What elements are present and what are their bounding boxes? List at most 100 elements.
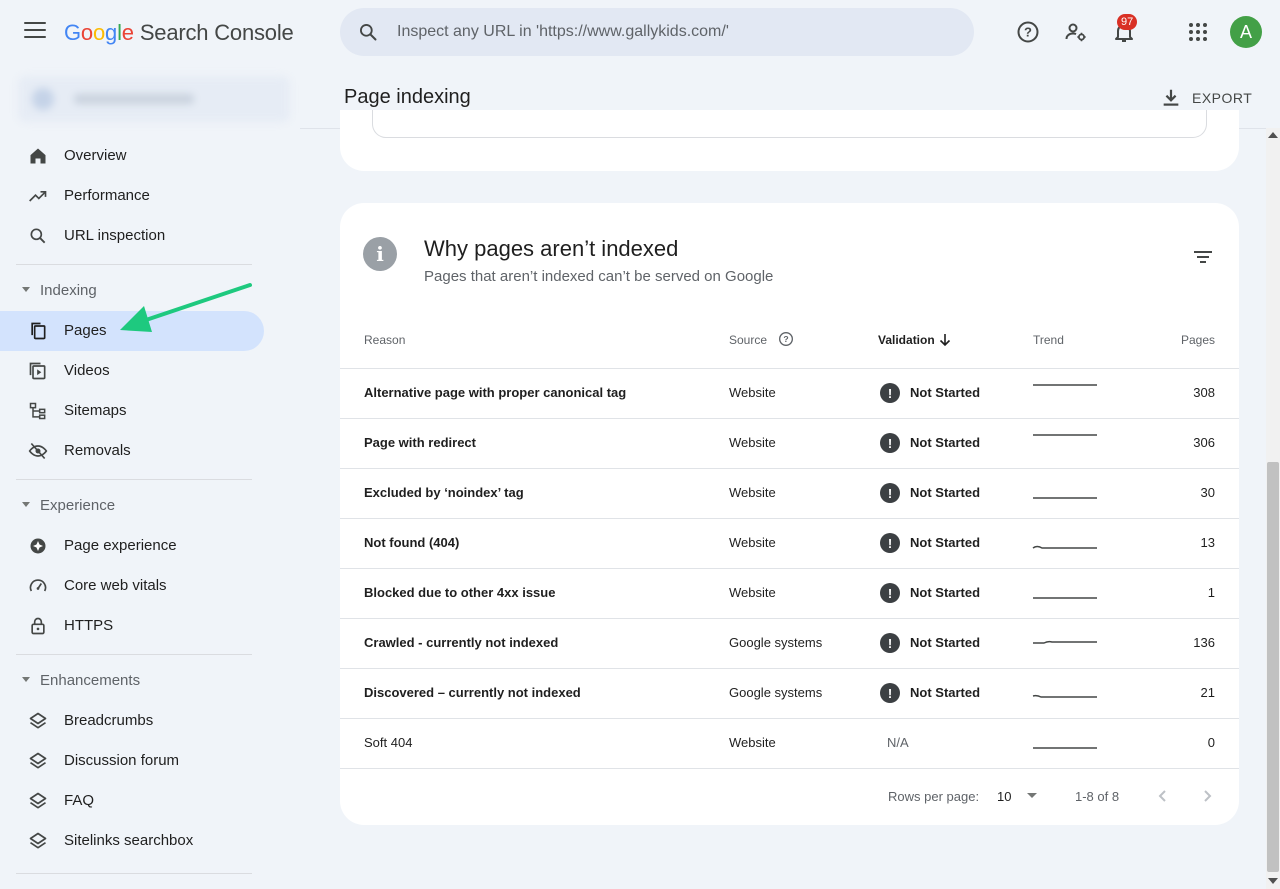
lock-icon — [31, 617, 45, 635]
sidebar: Overview Performance URL inspection Inde… — [0, 64, 300, 889]
not-indexed-card: i Why pages aren’t indexed Pages that ar… — [340, 203, 1239, 825]
sidebar-item-overview[interactable]: Overview — [0, 136, 264, 176]
section-enhancements[interactable]: Enhancements — [0, 666, 280, 696]
filter-icon[interactable] — [1192, 248, 1214, 266]
table-row[interactable]: Alternative page with proper canonical t… — [340, 368, 1239, 418]
alert-icon: ! — [880, 633, 900, 653]
sidebar-item-sitemaps[interactable]: Sitemaps — [0, 391, 264, 431]
table-bottom-divider — [340, 768, 1239, 769]
sidebar-item-https[interactable]: HTTPS — [0, 606, 264, 646]
sidebar-item-videos[interactable]: Videos — [0, 351, 264, 391]
collapse-icon — [22, 287, 30, 292]
sitemap-icon — [29, 402, 46, 420]
table-row[interactable]: Discovered – currently not indexed Googl… — [340, 668, 1239, 718]
svg-text:?: ? — [1024, 25, 1032, 40]
account-avatar[interactable]: A — [1230, 16, 1262, 48]
trend-sparkline — [1033, 747, 1097, 749]
layers-icon — [29, 832, 47, 849]
trend-sparkline — [1032, 545, 1097, 549]
removals-icon — [28, 442, 48, 460]
layers-icon — [29, 792, 47, 809]
help-icon[interactable]: ? — [1016, 20, 1040, 44]
sidebar-item-core-web-vitals[interactable]: Core web vitals — [0, 566, 264, 606]
property-selector[interactable] — [18, 76, 290, 122]
chart-container — [372, 110, 1207, 138]
video-icon — [29, 362, 46, 380]
table-row[interactable]: Not found (404) Website ! Not Started 13 — [340, 518, 1239, 568]
scrollbar-thumb[interactable] — [1267, 462, 1279, 872]
sidebar-item-breadcrumbs[interactable]: Breadcrumbs — [0, 701, 264, 741]
sidebar-item-discussion-forum[interactable]: Discussion forum — [0, 741, 264, 781]
alert-icon: ! — [880, 383, 900, 403]
table-row[interactable]: Excluded by ‘noindex’ tag Website ! Not … — [340, 468, 1239, 518]
user-settings-icon[interactable] — [1064, 20, 1088, 44]
section-experience[interactable]: Experience — [0, 491, 280, 521]
table-row[interactable]: Soft 404 Website N/A 0 — [340, 718, 1239, 768]
search-icon — [30, 228, 46, 244]
main-menu-icon[interactable] — [24, 22, 46, 40]
table-row[interactable]: Blocked due to other 4xx issue Website !… — [340, 568, 1239, 618]
alert-icon: ! — [880, 433, 900, 453]
notification-badge: 97 — [1117, 14, 1138, 30]
annotation-arrow — [120, 283, 252, 332]
gauge-icon — [29, 579, 47, 592]
sidebar-item-performance[interactable]: Performance — [0, 176, 264, 216]
alert-icon: ! — [880, 683, 900, 703]
sidebar-divider — [16, 479, 252, 480]
column-header-trend: Trend — [1033, 333, 1064, 347]
svg-text:?: ? — [783, 334, 788, 344]
sidebar-divider — [16, 264, 252, 265]
card-title: Why pages aren’t indexed — [424, 236, 679, 261]
apps-grid-icon[interactable] — [1186, 20, 1210, 44]
collapse-icon — [22, 677, 30, 682]
alert-icon: ! — [880, 483, 900, 503]
page-title: Page indexing — [344, 86, 471, 108]
sort-arrow-down-icon[interactable] — [939, 333, 951, 347]
search-icon — [360, 24, 377, 41]
table-row[interactable]: Page with redirect Website ! Not Started… — [340, 418, 1239, 468]
export-button[interactable]: EXPORT — [1160, 84, 1252, 112]
alert-icon: ! — [880, 533, 900, 553]
next-page-icon[interactable] — [1199, 788, 1215, 804]
sidebar-item-sitelinks-searchbox[interactable]: Sitelinks searchbox — [0, 821, 264, 861]
trend-sparkline — [1033, 497, 1097, 499]
layers-icon — [29, 712, 47, 729]
app-name: Search Console — [139, 20, 294, 45]
info-icon: i — [363, 237, 397, 271]
chart-card — [340, 110, 1239, 171]
sidebar-item-url-inspection[interactable]: URL inspection — [0, 216, 264, 256]
table-row[interactable]: Crawled - currently not indexed Google s… — [340, 618, 1239, 668]
scroll-down-icon[interactable] — [1268, 878, 1278, 884]
top-bar: Google Search Console Inspect any URL in … — [0, 0, 1280, 64]
scroll-up-icon[interactable] — [1268, 132, 1278, 138]
help-icon[interactable]: ? — [778, 331, 794, 347]
column-header-validation[interactable]: Validation — [878, 333, 935, 347]
rows-per-page-select[interactable]: 10 — [997, 789, 1011, 804]
url-inspection-search[interactable]: Inspect any URL in 'https://www.gallykid… — [340, 8, 974, 56]
rows-per-page-label: Rows per page: — [888, 789, 980, 804]
previous-page-icon[interactable] — [1155, 788, 1171, 804]
search-placeholder: Inspect any URL in 'https://www.gallykid… — [397, 23, 729, 40]
sidebar-divider — [16, 873, 252, 874]
download-icon — [1163, 89, 1179, 106]
sidebar-item-faq[interactable]: FAQ — [0, 781, 264, 821]
alert-icon: ! — [880, 583, 900, 603]
card-subtitle: Pages that aren’t indexed can’t be serve… — [424, 268, 774, 285]
trend-sparkline — [1033, 597, 1097, 599]
pages-icon — [31, 322, 46, 340]
column-header-source[interactable]: Source — [729, 333, 767, 347]
trend-sparkline — [1033, 384, 1097, 386]
sidebar-item-page-experience[interactable]: Page experience — [0, 526, 264, 566]
pagination-range: 1-8 of 8 — [1075, 789, 1120, 804]
dropdown-caret-icon[interactable] — [1025, 791, 1039, 801]
column-header-pages[interactable]: Pages — [1181, 333, 1215, 347]
page-experience-icon — [30, 538, 46, 554]
sidebar-divider — [16, 654, 252, 655]
sidebar-item-removals[interactable]: Removals — [0, 431, 264, 471]
collapse-icon — [22, 502, 30, 507]
column-header-reason[interactable]: Reason — [364, 333, 405, 347]
layers-icon — [29, 752, 47, 769]
search-console-logo[interactable]: Google Search Console — [64, 20, 294, 46]
trend-sparkline — [1032, 694, 1097, 698]
trend-sparkline — [1033, 434, 1097, 436]
